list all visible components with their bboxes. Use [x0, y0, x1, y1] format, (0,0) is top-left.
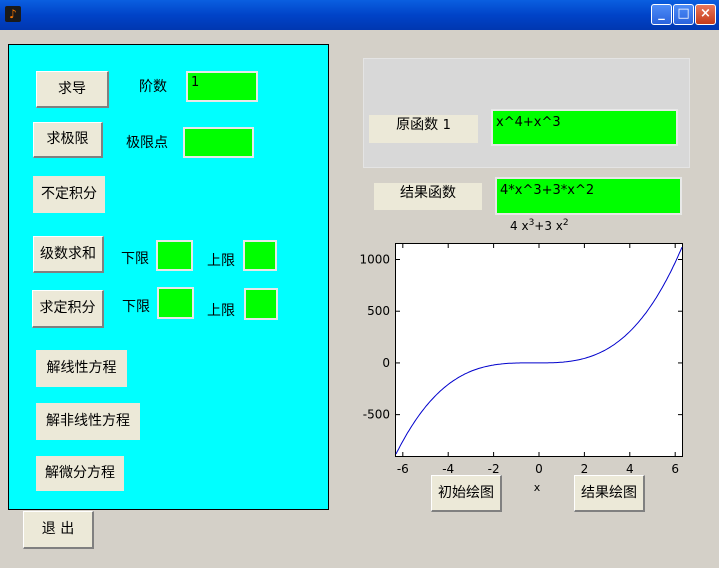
exit-button[interactable]: 退 出: [23, 511, 94, 549]
plot-axes[interactable]: [395, 243, 683, 457]
result-plot-button[interactable]: 结果绘图: [574, 475, 645, 512]
definite-lower-input[interactable]: [157, 287, 194, 319]
close-button[interactable]: ×: [695, 4, 716, 25]
series-upper-input[interactable]: [243, 240, 277, 271]
original-function-label: 原函数 1: [369, 115, 478, 143]
result-function-input[interactable]: 4*x^3+3*x^2: [495, 177, 682, 215]
indefinite-integral-button[interactable]: 不定积分: [33, 176, 105, 213]
matlab-icon: ♪: [5, 6, 21, 22]
order-label: 阶数: [139, 79, 167, 95]
derivative-button[interactable]: 求导: [36, 71, 109, 108]
chart-title-exp2: 2: [562, 218, 569, 228]
operations-panel: [8, 44, 329, 510]
limit-point-label: 极限点: [126, 135, 168, 151]
chart-title: 4 x3+3 x2: [510, 218, 569, 233]
chart-title-mid: +3 x: [534, 219, 563, 233]
minimize-button[interactable]: _: [651, 4, 672, 25]
series-lower-label: 下限: [121, 251, 149, 267]
title-bar: ♪ _ □ ×: [0, 0, 719, 30]
maximize-button[interactable]: □: [673, 4, 694, 25]
result-function-label: 结果函数: [374, 183, 482, 210]
series-sum-button[interactable]: 级数求和: [33, 236, 104, 273]
chart-title-base: 4 x: [510, 219, 529, 233]
differential-equation-button[interactable]: 解微分方程: [36, 456, 124, 491]
definite-upper-label: 上限: [207, 303, 235, 319]
limit-point-input[interactable]: [183, 127, 254, 158]
original-function-input[interactable]: x^4+x^3: [491, 109, 678, 146]
linear-equation-button[interactable]: 解线性方程: [36, 350, 127, 387]
nonlinear-equation-button[interactable]: 解非线性方程: [36, 403, 140, 440]
order-input[interactable]: 1: [186, 71, 258, 102]
series-lower-input[interactable]: [156, 240, 193, 271]
original-function-index: 1: [442, 118, 451, 133]
definite-upper-input[interactable]: [244, 288, 278, 320]
limit-button[interactable]: 求极限: [33, 122, 103, 158]
definite-integral-button[interactable]: 求定积分: [32, 290, 104, 328]
series-upper-label: 上限: [207, 253, 235, 269]
definite-lower-label: 下限: [122, 299, 150, 315]
initial-plot-button[interactable]: 初始绘图: [431, 475, 502, 512]
original-function-text: 原函数: [396, 117, 439, 133]
